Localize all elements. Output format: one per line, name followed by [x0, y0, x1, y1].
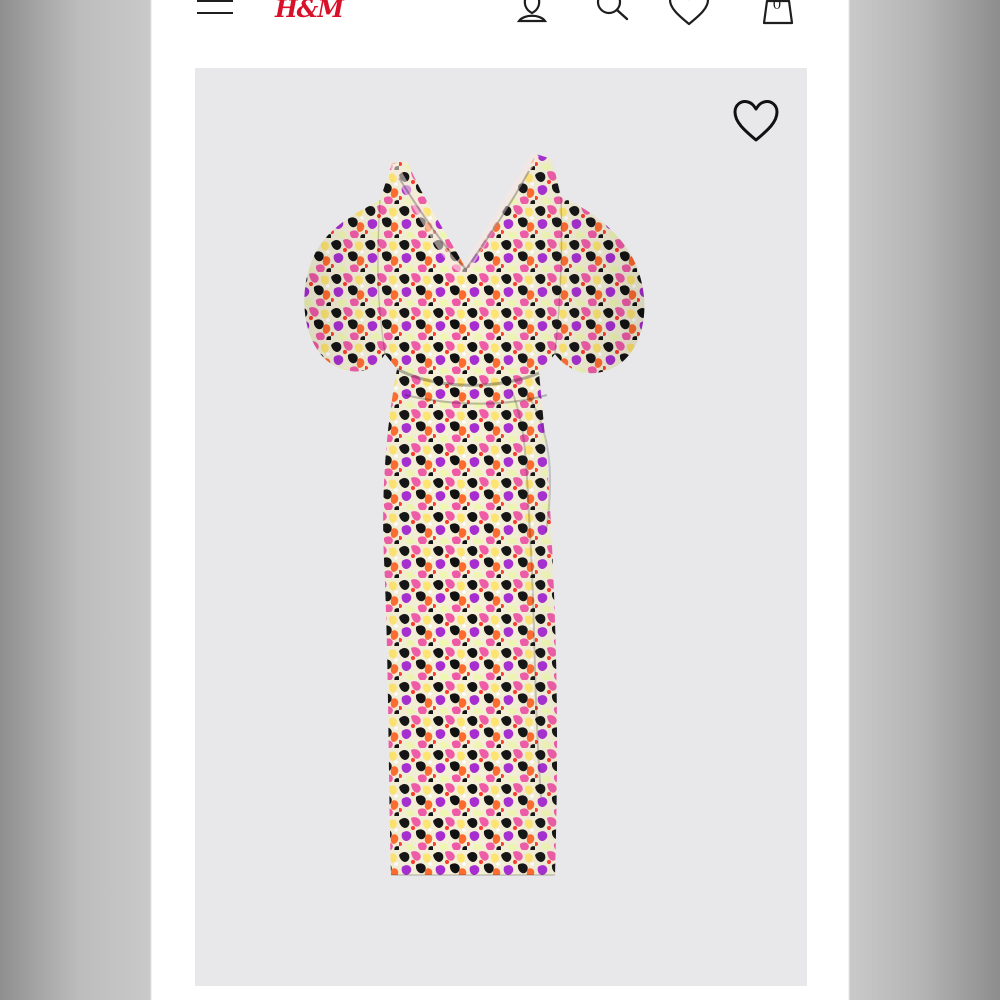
shopping-bag-icon[interactable]: 0: [755, 0, 801, 28]
account-icon[interactable]: [509, 0, 555, 28]
product-image-card[interactable]: [195, 68, 807, 986]
menu-icon-line: [197, 12, 233, 14]
heart-outline-icon[interactable]: [731, 99, 781, 143]
menu-icon[interactable]: [197, 0, 235, 20]
heart-icon[interactable]: [666, 0, 712, 28]
search-icon[interactable]: [591, 0, 637, 28]
menu-icon-line: [197, 0, 233, 2]
mobile-product-page: H&M 0: [152, 0, 848, 1000]
brand-logo[interactable]: H&M: [275, 0, 344, 25]
floral-print-wrap-dress-image[interactable]: [195, 68, 807, 986]
cart-count: 0: [772, 0, 782, 13]
top-navigation: H&M 0: [152, 0, 848, 40]
